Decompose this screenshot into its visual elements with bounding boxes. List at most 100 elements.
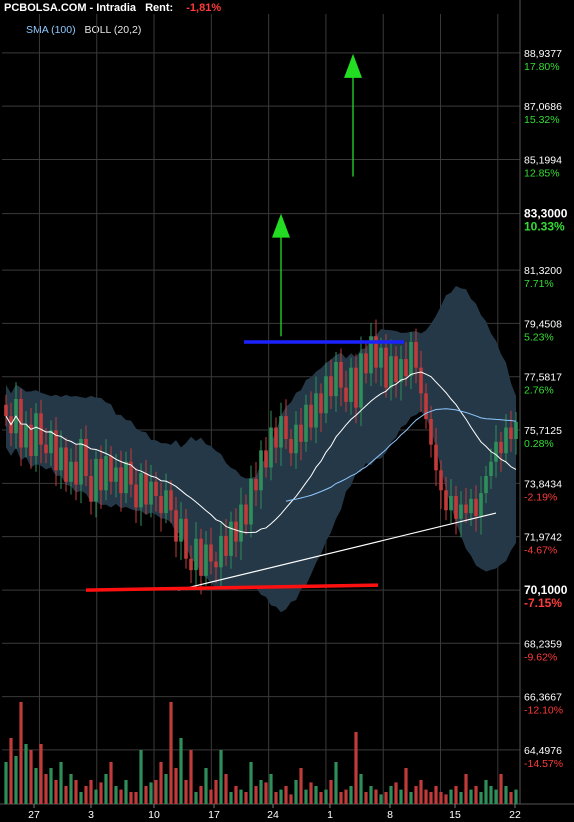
candle-body [364, 353, 368, 374]
candle-body [339, 361, 343, 388]
volume-bar [454, 786, 458, 804]
candle-body [174, 510, 178, 542]
candle-body [444, 490, 448, 511]
x-tick-label: 15 [449, 809, 461, 821]
x-tick-label: 24 [267, 809, 279, 821]
volume-bar [329, 780, 333, 804]
volume-bar [429, 792, 433, 804]
candle-body [464, 504, 468, 514]
candle-body [489, 461, 493, 477]
volume-bar [419, 780, 423, 804]
volume-bar [299, 768, 303, 804]
candle-body [344, 387, 348, 402]
volume-bar [424, 789, 428, 804]
x-tick-label: 1 [327, 809, 333, 821]
volume-bar [414, 786, 418, 804]
candle-body [24, 424, 28, 448]
candle-body [319, 393, 323, 414]
candle-body [414, 341, 418, 368]
volume-bar [334, 762, 338, 804]
volume-bar [344, 789, 348, 804]
target-arrow-head [272, 213, 290, 238]
volume-bar [219, 750, 223, 804]
volume-bar [254, 786, 258, 804]
candle-body [409, 341, 413, 377]
volume-bar [514, 789, 518, 804]
candle-body [404, 359, 408, 377]
candle-body [199, 538, 203, 576]
volume-bar [314, 786, 318, 804]
candle-body [499, 441, 503, 454]
volume-bar [24, 744, 28, 804]
candle-body [139, 473, 143, 508]
y-tick-pct: -14.57% [524, 758, 563, 770]
candle-body [399, 359, 403, 382]
candle-body [249, 478, 253, 525]
candle-body [419, 367, 423, 394]
candle-body [189, 558, 193, 571]
volume-bar [434, 786, 438, 804]
candle-body [279, 416, 283, 448]
volume-bar [164, 774, 168, 804]
volume-bar [249, 762, 253, 804]
candle-body [459, 504, 463, 519]
candle-body [514, 421, 518, 439]
candle-body [114, 467, 118, 482]
candle-body [309, 404, 313, 428]
volume-bar [199, 786, 203, 804]
candle-body [294, 424, 298, 454]
volume-bar [64, 786, 68, 804]
candle-body [204, 544, 208, 576]
candle-body [169, 490, 173, 511]
price-chart: 88,937717.80% 87,068615.32% 85,199412.85% 8… [0, 0, 574, 821]
volume-bar [479, 792, 483, 804]
volume-bar [354, 732, 358, 804]
candle-body [149, 481, 153, 505]
candle-body [124, 461, 128, 494]
candle-body [224, 535, 228, 556]
volume-bar [294, 780, 298, 804]
candle-body [269, 427, 273, 468]
y-tick-price: 88,9377 [524, 48, 562, 60]
volume-bar [229, 792, 233, 804]
y-tick-price: 70,1000 [524, 583, 568, 597]
y-tick-price: 83,3000 [524, 207, 568, 221]
candle-body [64, 447, 68, 482]
y-tick-pct: -7.15% [524, 596, 562, 610]
volume-bar [34, 768, 38, 804]
candle-body [34, 413, 38, 457]
volume-bar [84, 786, 88, 804]
y-tick-pct: 15.32% [524, 114, 560, 126]
volume-bar [44, 774, 48, 804]
volume-bar [394, 782, 398, 804]
volume-bar [404, 768, 408, 804]
y-tick-price: 81,3200 [524, 265, 562, 277]
volume-bar [59, 762, 63, 804]
candle-body [304, 404, 308, 442]
volume-bar [494, 789, 498, 804]
candle-body [474, 498, 478, 516]
volume-bar [209, 789, 213, 804]
volume-bar [19, 702, 23, 804]
y-tick-price: 71,9742 [524, 532, 562, 544]
candle-body [424, 393, 428, 419]
candle-body [104, 456, 108, 491]
volume-bar [284, 786, 288, 804]
volume-bar [119, 789, 123, 804]
volume-bar [154, 780, 158, 804]
candle-body [109, 456, 113, 482]
candle-body [94, 458, 98, 502]
y-tick-price: 79,4508 [524, 318, 562, 330]
y-tick-pct: 5.23% [524, 331, 554, 343]
volume-bar [449, 789, 453, 804]
volume-bar [264, 782, 268, 804]
volume-bar [129, 792, 133, 804]
candle-body [264, 450, 268, 468]
candle-body [289, 438, 293, 454]
x-tick-label: 22 [509, 809, 521, 821]
candle-body [334, 361, 338, 397]
candle-body [49, 430, 53, 454]
volume-bar [389, 786, 393, 804]
volume-bar [304, 789, 308, 804]
volume-bar [179, 738, 183, 804]
